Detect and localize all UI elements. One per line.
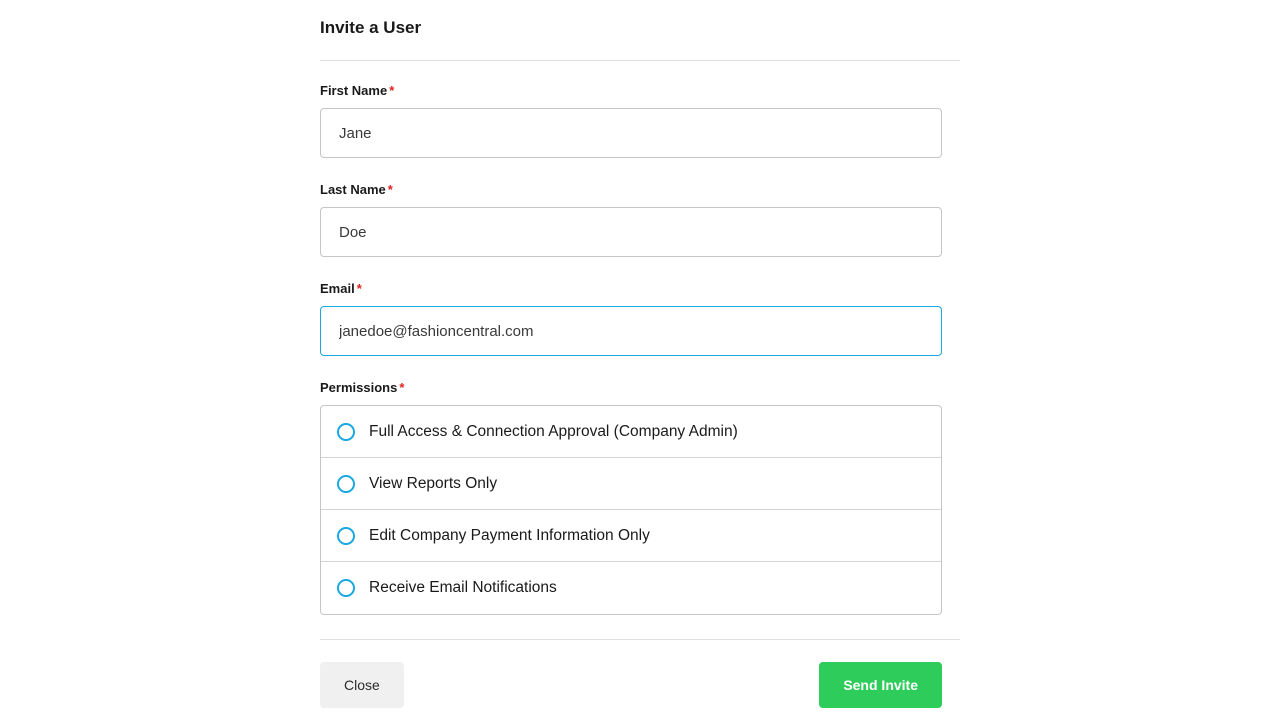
header-divider <box>320 60 960 61</box>
modal-title: Invite a User <box>320 18 960 38</box>
invite-user-modal: Invite a User First Name* Last Name* Ema… <box>320 0 960 708</box>
permission-option-email-notifications[interactable]: Receive Email Notifications <box>321 562 941 614</box>
permission-option-edit-payment[interactable]: Edit Company Payment Information Only <box>321 510 941 562</box>
last-name-input[interactable] <box>320 207 942 257</box>
permission-label: View Reports Only <box>369 475 497 493</box>
close-button[interactable]: Close <box>320 662 404 708</box>
permissions-label: Permissions* <box>320 380 960 395</box>
email-input[interactable] <box>320 306 942 356</box>
send-invite-button[interactable]: Send Invite <box>819 662 942 708</box>
first-name-input[interactable] <box>320 108 942 158</box>
radio-icon <box>337 579 355 597</box>
last-name-label: Last Name* <box>320 182 960 197</box>
permission-option-view-reports[interactable]: View Reports Only <box>321 458 941 510</box>
required-marker: * <box>388 182 393 197</box>
radio-icon <box>337 423 355 441</box>
email-label: Email* <box>320 281 960 296</box>
email-group: Email* <box>320 281 960 356</box>
footer-divider <box>320 639 960 640</box>
permissions-box: Full Access & Connection Approval (Compa… <box>320 405 942 615</box>
required-marker: * <box>399 380 404 395</box>
permission-label: Edit Company Payment Information Only <box>369 527 650 545</box>
first-name-group: First Name* <box>320 83 960 158</box>
permissions-group: Permissions* Full Access & Connection Ap… <box>320 380 960 615</box>
permission-label: Receive Email Notifications <box>369 579 557 597</box>
last-name-group: Last Name* <box>320 182 960 257</box>
radio-icon <box>337 527 355 545</box>
radio-icon <box>337 475 355 493</box>
required-marker: * <box>357 281 362 296</box>
permission-option-full-access[interactable]: Full Access & Connection Approval (Compa… <box>321 406 941 458</box>
footer-actions: Close Send Invite <box>320 662 942 708</box>
required-marker: * <box>389 83 394 98</box>
permission-label: Full Access & Connection Approval (Compa… <box>369 423 738 441</box>
first-name-label: First Name* <box>320 83 960 98</box>
